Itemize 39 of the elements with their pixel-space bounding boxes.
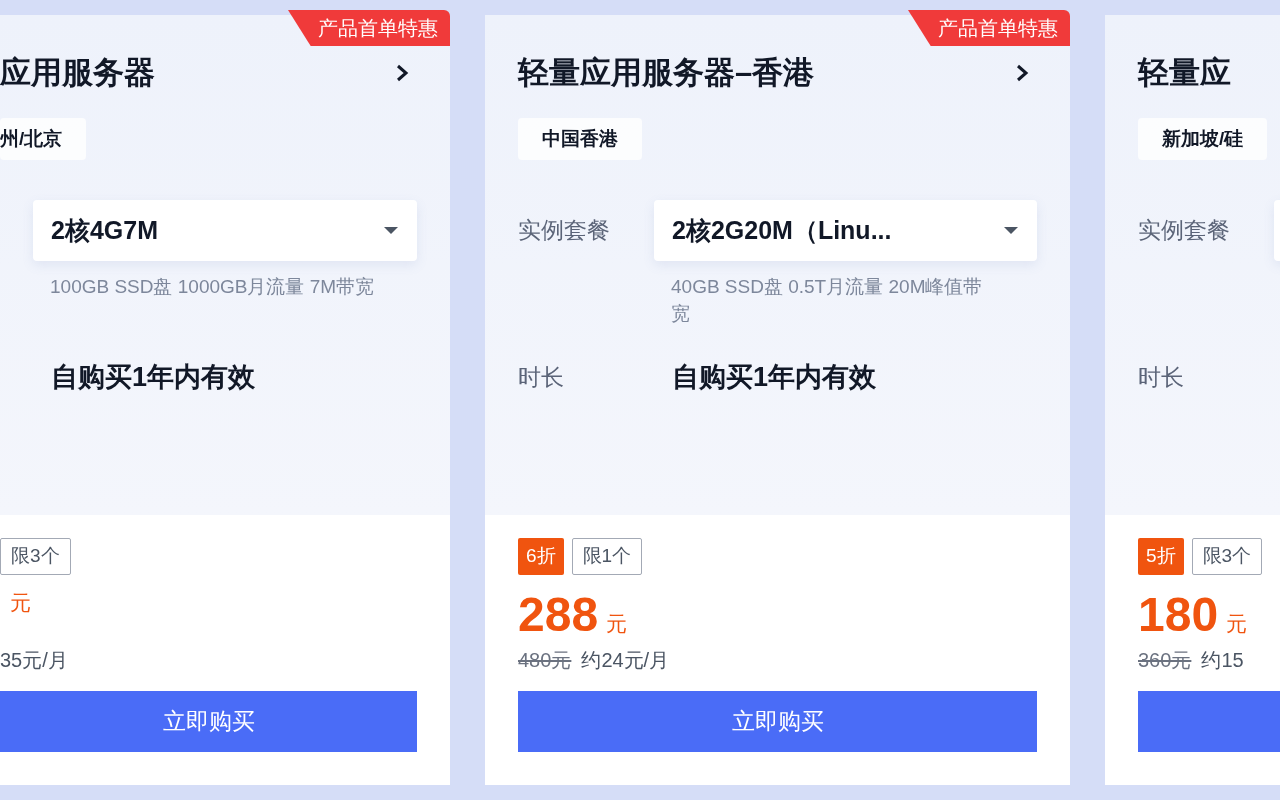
limit-badge: 限3个 <box>0 537 71 575</box>
monthly-price: 35元/月 <box>0 648 68 673</box>
monthly-price: 约24元/月 <box>581 648 670 673</box>
discount-badge: 5折 <box>1138 537 1184 575</box>
currency-unit: 元 <box>606 611 628 637</box>
plan-dropdown[interactable]: 2核4G7M <box>33 200 417 261</box>
price-value: 180 <box>1138 587 1219 643</box>
original-price: 360元 <box>1138 648 1192 673</box>
duration-value: 自购买1年内有效 <box>671 360 877 394</box>
promo-tag: 产品首单特惠 <box>908 10 1070 46</box>
plan-spec-text: 40GB SSD盘 0.5T月流量 20M峰值带宽 <box>670 275 984 326</box>
region-tag[interactable]: 中国香港 <box>518 118 642 160</box>
field-label: 实例套餐 <box>1138 216 1231 246</box>
price-value: 288 <box>518 587 599 643</box>
field-label: 时长 <box>518 362 565 392</box>
limit-badge: 限1个 <box>571 537 643 575</box>
currency-unit: 元 <box>1226 611 1248 637</box>
duration-value: 自购买1年内有效 <box>50 360 256 394</box>
limit-badge: 限3个 <box>1191 537 1263 575</box>
product-title: 轻量应用服务器–香港 <box>518 53 815 92</box>
product-title: 轻量应 <box>1138 53 1231 92</box>
chevron-right-icon[interactable] <box>395 63 409 83</box>
plan-dropdown[interactable]: 2核2G20M（Linu... <box>654 200 1037 261</box>
original-price: 480元 <box>518 648 572 673</box>
caret-icon <box>383 226 399 235</box>
monthly-price: 约15 <box>1201 648 1244 673</box>
region-tag[interactable]: 州/北京 <box>0 118 87 160</box>
buy-button[interactable]: 立即购买 <box>0 691 417 752</box>
chevron-right-icon[interactable] <box>1015 63 1029 83</box>
product-title: 应用服务器 <box>0 53 155 92</box>
buy-button[interactable]: 立即购买 <box>518 691 1037 752</box>
promo-tag: 产品首单特惠 <box>288 10 450 46</box>
discount-badge: 6折 <box>518 537 564 575</box>
currency-unit: 元 <box>10 590 31 616</box>
plan-spec-text: 100GB SSD盘 1000GB月流量 7M带宽 <box>49 275 375 299</box>
field-label: 实例套餐 <box>518 216 611 246</box>
region-tag[interactable]: 新加坡/硅 <box>1138 118 1268 160</box>
caret-icon <box>1003 226 1019 235</box>
field-label: 时长 <box>1138 362 1185 392</box>
